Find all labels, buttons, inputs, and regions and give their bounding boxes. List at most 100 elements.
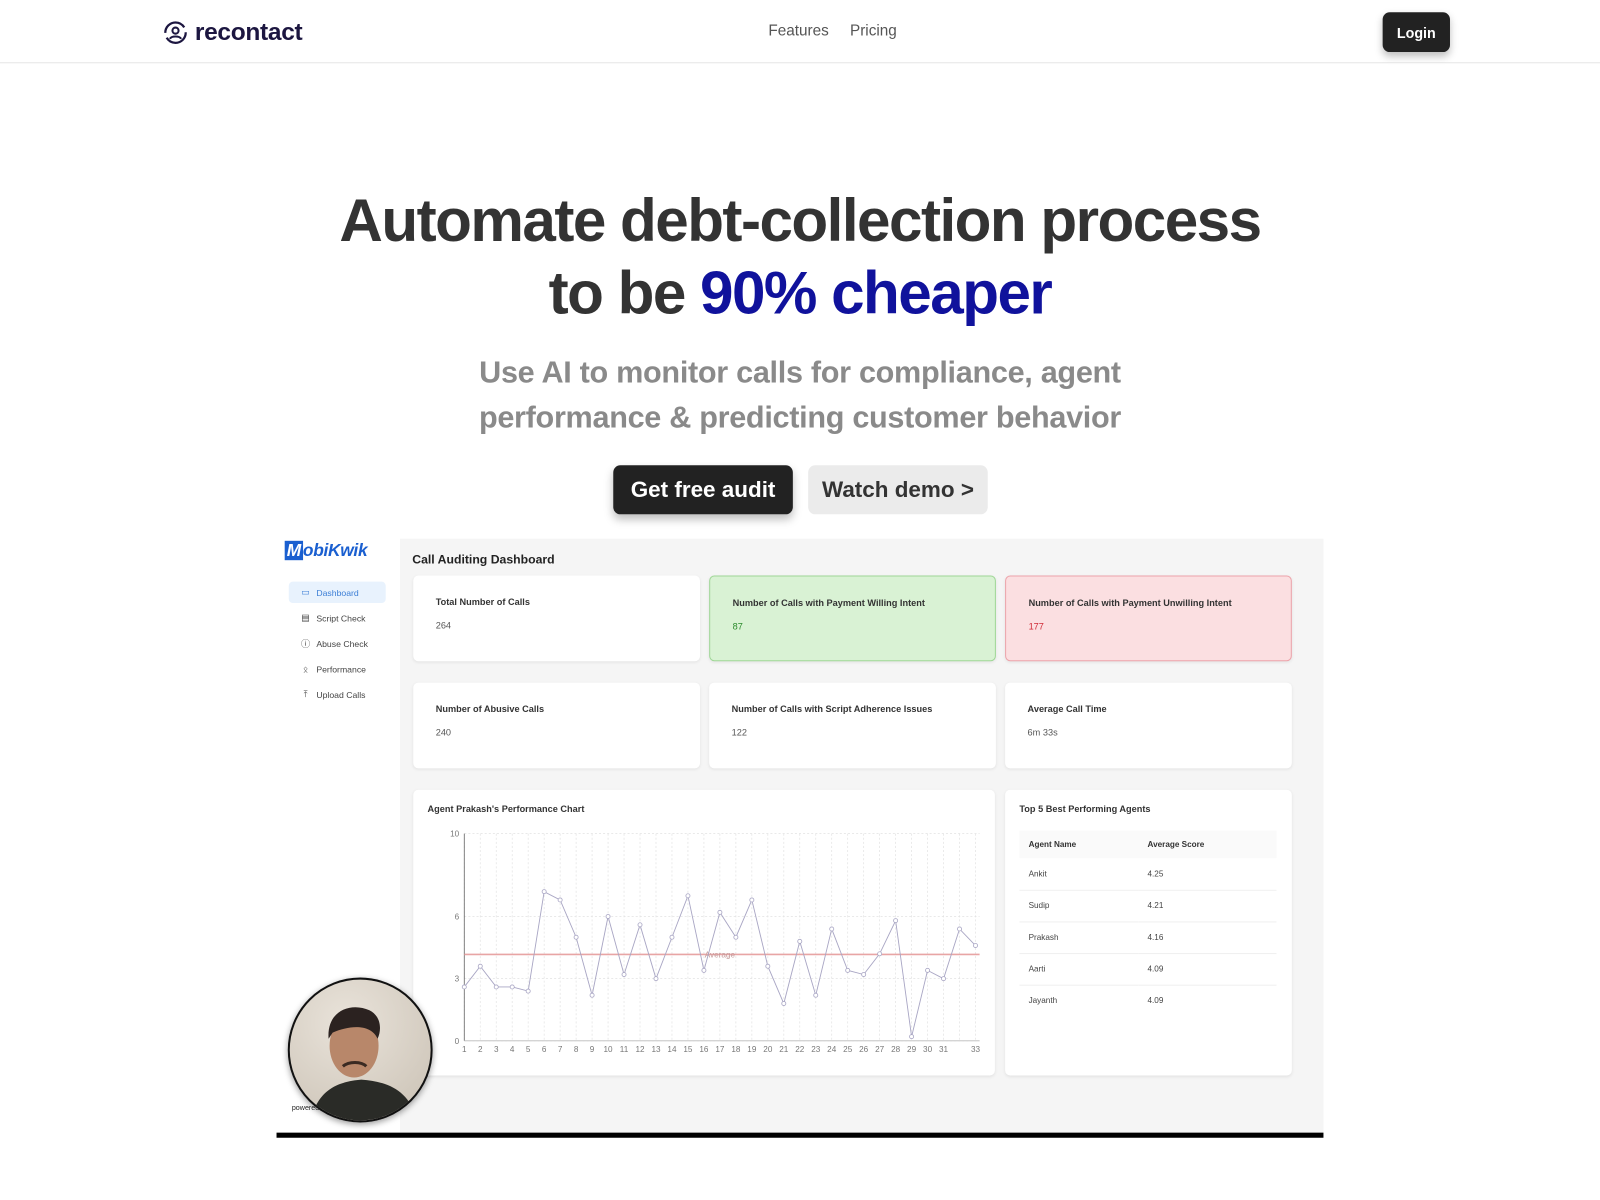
table-row: Aarti 4.09 [1019, 953, 1277, 986]
data-point [557, 897, 563, 903]
y-tick-label: 3 [455, 975, 460, 984]
stat-label: Number of Calls with Payment Willing Int… [732, 597, 925, 609]
sidebar-item-label: Performance [316, 663, 366, 674]
nav-link-features[interactable]: Features [768, 22, 828, 39]
x-tick-label: 24 [827, 1045, 837, 1054]
x-tick-label: 14 [667, 1045, 677, 1054]
data-point [973, 943, 978, 948]
x-tick-label: 26 [859, 1045, 869, 1054]
hero-subtitle-line2: performance & predicting customer behavi… [478, 401, 1122, 435]
performance-chart-card: Agent Prakash's Performance Chart 0 3 6 10 1… [413, 789, 995, 1076]
x-tick-label: 23 [811, 1045, 821, 1054]
sidebar-item-performance[interactable]: ᛟ Performance [289, 658, 386, 679]
data-point [685, 893, 691, 899]
stat-value: 240 [435, 727, 452, 738]
data-point [781, 1001, 787, 1006]
x-tick-label: 13 [651, 1045, 661, 1054]
x-tick-label: 28 [891, 1045, 901, 1054]
stat-value: 264 [435, 620, 452, 631]
data-point [653, 976, 659, 982]
sidebar-item-abuse-check[interactable]: ⓘ Abuse Check [289, 633, 386, 654]
headline-prefix: to be [548, 259, 701, 327]
presenter-video-bubble[interactable] [287, 977, 433, 1123]
agent-name: Ankit [1019, 858, 1139, 891]
sidebar-item-label: Abuse Check [316, 638, 368, 649]
x-tick-label: 16 [699, 1045, 709, 1054]
column-header-average-score: Average Score [1138, 830, 1277, 859]
data-point [461, 984, 467, 990]
table-row: Ankit 4.25 [1019, 858, 1277, 891]
table-row: Sudip 4.21 [1019, 889, 1277, 922]
data-point [605, 914, 611, 919]
video-progress-bar[interactable] [276, 1132, 1324, 1138]
x-tick-label: 31 [939, 1045, 949, 1054]
data-point [797, 938, 803, 944]
data-point [765, 963, 771, 969]
data-point [909, 1034, 915, 1040]
headline-accent: 90% cheaper [700, 259, 1053, 327]
data-point [733, 934, 739, 940]
data-point [477, 963, 483, 969]
x-tick-label: 6 [542, 1045, 547, 1054]
data-point [669, 934, 675, 940]
sidebar-item-label: Dashboard [316, 587, 359, 598]
x-tick-label: 1 [462, 1045, 467, 1054]
y-tick-label: 10 [450, 830, 460, 839]
data-point [637, 922, 643, 928]
sidebar-item-label: Script Check [316, 612, 366, 623]
top-agents-table: Agent Name Average Score Ankit 4.25 Sudip 4.… [1019, 830, 1277, 1017]
y-tick-label: 6 [455, 913, 460, 922]
dashboard-title: Call Auditing Dashboard [412, 552, 555, 567]
data-point [941, 976, 947, 982]
data-point [493, 984, 499, 990]
performance-line-chart: 036101 2 3 4 5 6 7 8 9 10 11 12 13 14 15 16 17 18 19 20 21 22… [450, 830, 981, 1054]
data-point [509, 984, 515, 990]
agent-name: Prakash [1019, 921, 1139, 954]
data-point [701, 967, 707, 973]
x-tick-label: 11 [620, 1045, 629, 1054]
data-point [525, 988, 531, 994]
stat-label: Number of Calls with Script Adherence Is… [731, 704, 933, 715]
x-tick-label: 33 [971, 1045, 981, 1054]
x-tick-label: 12 [635, 1045, 645, 1054]
x-tick-label: 20 [763, 1045, 773, 1054]
data-point [717, 909, 723, 915]
hero-subtitle-line1: Use AI to monitor calls for compliance, … [479, 356, 1121, 390]
column-header-agent-name: Agent Name [1019, 830, 1139, 859]
sidebar-item-dashboard[interactable]: ▭ Dashboard [288, 581, 386, 604]
x-tick-label: 30 [923, 1045, 933, 1054]
agent-name: Jayanth [1028, 996, 1058, 1006]
recontact-logo-icon [164, 21, 187, 44]
agent-score: 4.09 [1147, 996, 1164, 1006]
x-tick-label: 4 [510, 1045, 515, 1054]
data-point [621, 972, 627, 977]
presenter-avatar-image [311, 1007, 417, 1121]
login-button[interactable]: Login [1382, 12, 1450, 53]
agent-score: 4.16 [1138, 921, 1277, 954]
x-tick-label: 15 [683, 1045, 693, 1054]
hero-headline-line2: to be 90% cheaper [0, 257, 1600, 329]
x-tick-label: 5 [526, 1045, 531, 1054]
data-point [829, 926, 835, 932]
x-tick-label: 27 [875, 1045, 885, 1054]
brand-logo[interactable]: recontact [163, 18, 303, 47]
stat-label: Total Number of Calls [435, 596, 530, 608]
stat-card: Total Number of Calls 264 [413, 575, 700, 662]
top-nav: recontact Features Pricing Login [0, 0, 1600, 64]
get-free-audit-button[interactable]: Get free audit [613, 465, 793, 515]
upload-icon: ⤒ [303, 688, 308, 699]
watch-demo-button[interactable]: Watch demo > [808, 465, 988, 515]
x-tick-label: 10 [604, 1045, 614, 1054]
nav-link-pricing[interactable]: Pricing [850, 22, 897, 39]
agent-score: 4.25 [1138, 858, 1277, 891]
sidebar-item-script-check[interactable]: ▤ Script Check [289, 607, 386, 628]
data-point [541, 889, 547, 895]
sidebar-item-upload-calls[interactable]: ⤒ Upload Calls [289, 684, 386, 705]
stat-card: Number of Abusive Calls 240 [413, 682, 700, 769]
x-tick-label: 17 [715, 1045, 725, 1054]
monitor-icon: ▭ [301, 586, 310, 597]
alert-circle-icon: ⓘ [301, 638, 311, 649]
x-tick-label: 2 [478, 1045, 483, 1054]
stat-card: Average Call Time 6m 33s [1005, 682, 1292, 769]
mobikwik-logo: MobiKwik [284, 540, 368, 561]
